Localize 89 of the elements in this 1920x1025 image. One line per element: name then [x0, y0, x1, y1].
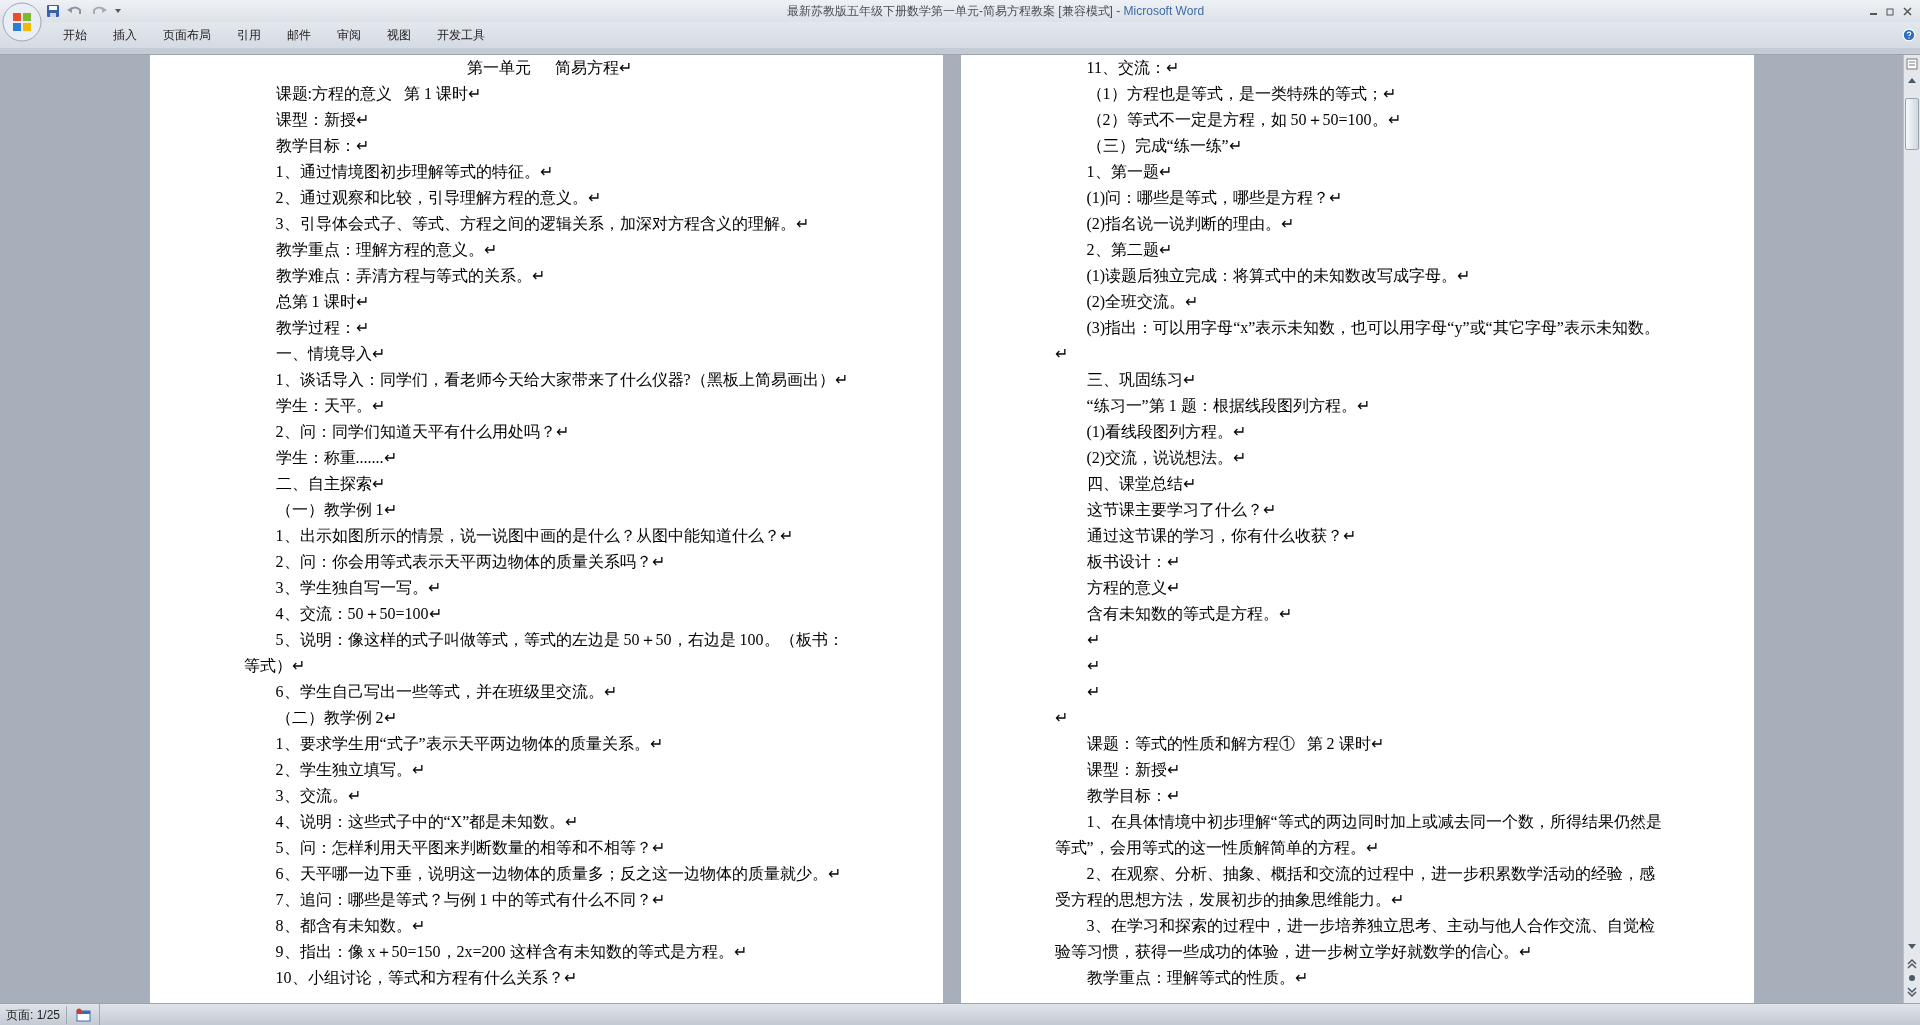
- paragraph: 这节课主要学习了什么？↵: [1085, 500, 1277, 520]
- ribbon-tab[interactable]: 开发工具: [426, 26, 496, 44]
- paragraph: 总第 1 课时↵: [274, 292, 370, 312]
- paragraph: 2、通过观察和比较，引导理解方程的意义。↵: [274, 188, 602, 208]
- paragraph: ↵: [1085, 682, 1101, 702]
- paragraph: 4、交流：50＋50=100↵: [274, 604, 443, 624]
- paragraph: 1、要求学生用“式子”表示天平两边物体的质量关系。↵: [274, 734, 664, 754]
- paragraph: 5、问：怎样利用天平图来判断数量的相等和不相等？↵: [274, 838, 666, 858]
- ribbon-tab[interactable]: 邮件: [276, 26, 322, 44]
- ribbon-tab[interactable]: 插入: [102, 26, 148, 44]
- restore-icon[interactable]: [1886, 6, 1895, 16]
- next-page-icon[interactable]: [1905, 985, 1919, 999]
- paragraph: 教学过程：↵: [274, 318, 370, 338]
- help-icon[interactable]: [1902, 28, 1916, 42]
- close-icon[interactable]: [1903, 6, 1912, 16]
- ribbon-tab[interactable]: 引用: [226, 26, 272, 44]
- paragraph: (3)指出：可以用字母“x”表示未知数，也可以用字母“y”或“其它字母”表示未知数。↵: [1054, 318, 1661, 364]
- paragraph: 学生：称重.......↵: [274, 448, 398, 468]
- paragraph: 3、引导体会式子、等式、方程之间的逻辑关系，加深对方程含义的理解。↵: [274, 214, 810, 234]
- scrollbar-thumb[interactable]: [1905, 98, 1919, 150]
- paragraph: 三、巩固练习↵: [1085, 370, 1197, 390]
- ribbon-tab[interactable]: 视图: [376, 26, 422, 44]
- ribbon-tab[interactable]: 页面布局: [152, 26, 222, 44]
- paragraph: 一、情境导入↵: [274, 344, 386, 364]
- paragraph: 1、谈话导入：同学们，看老师今天给大家带来了什么仪器?（黑板上简易画出）↵: [274, 370, 849, 390]
- paragraph: (2)全班交流。↵: [1085, 292, 1200, 313]
- paragraph: 通过这节课的学习，你有什么收获？↵: [1085, 526, 1357, 546]
- paragraph: 2、第二题↵: [1085, 240, 1173, 260]
- paragraph: 11、交流：↵: [1085, 58, 1180, 78]
- paragraph: (2)指名说一说判断的理由。↵: [1085, 214, 1296, 235]
- paragraph: 10、小组讨论，等式和方程有什么关系？↵: [274, 968, 578, 988]
- paragraph: ↵: [1085, 656, 1101, 676]
- paragraph: 9、指出：像 x＋50=150，2x=200 这样含有未知数的等式是方程。↵: [274, 942, 748, 962]
- paragraph: 教学难点：弄清方程与等式的关系。↵: [274, 266, 546, 286]
- document-heading: 第一单元 简易方程↵: [466, 58, 633, 78]
- paragraph: “练习一”第 1 题：根据线段图列方程。↵: [1085, 396, 1371, 416]
- ruler-toggle-icon[interactable]: [1905, 57, 1919, 71]
- vertical-scrollbar[interactable]: [1903, 55, 1920, 1003]
- paragraph: （一）教学例 1↵: [274, 500, 398, 520]
- save-icon[interactable]: [46, 4, 60, 18]
- paragraph: 教学目标：↵: [1085, 786, 1181, 806]
- paragraph: 5、说明：像这样的式子叫做等式，等式的左边是 50＋50，右边是 100。（板书：等式）↵: [243, 630, 845, 676]
- paragraph: 1、第一题↵: [1085, 162, 1173, 182]
- paragraph: 课题：等式的性质和解方程① 第 2 课时↵: [1085, 734, 1385, 754]
- paragraph: 2、问：你会用等式表示天平两边物体的质量关系吗？↵: [274, 552, 666, 572]
- paragraph: 2、问：同学们知道天平有什么用处吗？↵: [274, 422, 570, 442]
- document-status-icon[interactable]: [75, 1007, 92, 1022]
- dropdown-caret-icon[interactable]: [114, 7, 122, 15]
- paragraph: 四、课堂总结↵: [1085, 474, 1197, 494]
- paragraph: （1）方程也是等式，是一类特殊的等式；↵: [1085, 84, 1397, 104]
- paragraph: 教学重点：理解等式的性质。↵: [1085, 968, 1309, 988]
- paragraph: 课型：新授↵: [274, 110, 370, 130]
- paragraph: 1、通过情境图初步理解等式的特征。↵: [274, 162, 554, 182]
- paragraph: 3、交流。↵: [274, 786, 362, 806]
- paragraph: 3、学生独自写一写。↵: [274, 578, 442, 598]
- app-name: Microsoft Word: [1123, 3, 1205, 20]
- paragraph: (1)问：哪些是等式，哪些是方程？↵: [1085, 188, 1344, 209]
- paragraph: (1)看线段图列方程。↵: [1085, 422, 1248, 443]
- paragraph: 板书设计：↵: [1085, 552, 1181, 572]
- paragraph: 6、学生自己写出一些等式，并在班级里交流。↵: [274, 682, 618, 702]
- paragraph: 课题:方程的意义 第 1 课时↵: [274, 84, 482, 104]
- paragraph: （2）等式不一定是方程，如 50＋50=100。↵: [1085, 110, 1402, 130]
- paragraph: 7、追问：哪些是等式？与例 1 中的等式有什么不同？↵: [274, 890, 666, 910]
- ribbon-tab[interactable]: 审阅: [326, 26, 372, 44]
- previous-page-icon[interactable]: [1905, 957, 1919, 971]
- paragraph: 3、在学习和探索的过程中，进一步培养独立思考、主动与他人合作交流、自觉检验等习惯，获得一些成功的体验，进一步树立学好就数学的信心。↵: [1054, 916, 1656, 962]
- paragraph: 含有未知数的等式是方程。↵: [1085, 604, 1293, 624]
- paragraph: 教学重点：理解方程的意义。↵: [274, 240, 498, 260]
- paragraph: 2、在观察、分析、抽象、概括和交流的过程中，进一步积累数学活动的经验，感受方程的思想方法，发展初步的抽象思维能力。↵: [1054, 864, 1656, 910]
- paragraph: (1)读题后独立完成：将算式中的未知数改写成字母。↵: [1085, 266, 1472, 287]
- paragraph: 学生：天平。↵: [274, 396, 386, 416]
- paragraph: （三）完成“练一练”↵: [1085, 136, 1243, 156]
- paragraph: 4、说明：这些式子中的“X”都是未知数。↵: [274, 812, 580, 832]
- paragraph: 8、都含有未知数。↵: [274, 916, 426, 936]
- paragraph: 教学目标：↵: [274, 136, 370, 156]
- paragraph: 课型：新授↵: [1085, 760, 1181, 780]
- paragraph: 6、天平哪一边下垂，说明这一边物体的质量多；反之这一边物体的质量就少。↵: [274, 864, 842, 884]
- paragraph: （二）教学例 2↵: [274, 708, 398, 728]
- paragraph: ↵: [1054, 708, 1069, 728]
- paragraph: 二、自主探索↵: [274, 474, 386, 494]
- paragraph: ↵: [1085, 630, 1101, 650]
- paragraph: 1、出示如图所示的情景，说一说图中画的是什么？从图中能知道什么？↵: [274, 526, 794, 546]
- page-count: 页面: 1/25: [0, 1005, 68, 1024]
- window-title: 最新苏教版五年级下册数学第一单元-简易方程教案 [兼容模式] -: [786, 3, 1122, 20]
- paragraph: (2)交流，说说想法。↵: [1085, 448, 1248, 469]
- paragraph: 2、学生独立填写。↵: [274, 760, 426, 780]
- paragraph: 1、在具体情境中初步理解“等式的两边同时加上或减去同一个数，所得结果仍然是等式”，会用等式的这一性质解简单的方程。↵: [1054, 812, 1663, 858]
- ribbon-tab[interactable]: 开始: [52, 26, 98, 44]
- paragraph: 方程的意义↵: [1085, 578, 1181, 598]
